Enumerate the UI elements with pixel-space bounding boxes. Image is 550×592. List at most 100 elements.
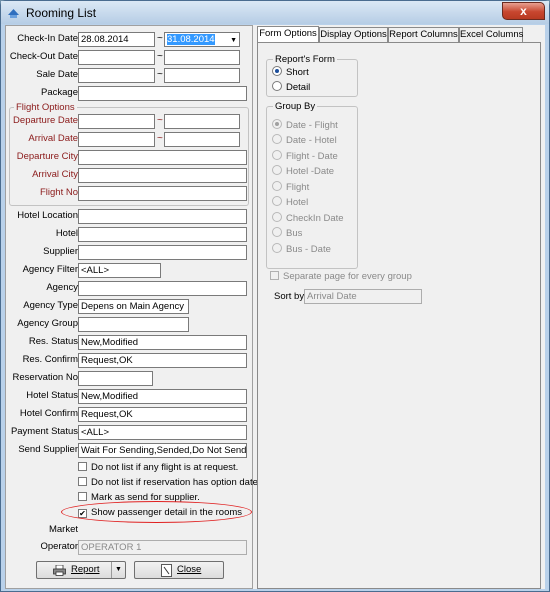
checkout-from-input[interactable] xyxy=(78,50,155,65)
operator-label: Operator xyxy=(40,541,79,552)
departure-city-row: Departure City xyxy=(6,150,254,165)
operator-input[interactable]: OPERATOR 1 xyxy=(78,540,247,555)
flight-options-title: Flight Options xyxy=(14,102,77,113)
group-by-flight-radio[interactable]: Flight xyxy=(272,181,309,193)
radio-button[interactable] xyxy=(272,243,282,253)
no-flight-request-checkbox[interactable]: Do not list if any flight is at request. xyxy=(78,462,238,475)
close-button[interactable]: Close xyxy=(134,561,224,579)
report-dropdown-icon[interactable]: ▼ xyxy=(111,562,125,578)
radio-button[interactable] xyxy=(272,134,282,144)
report-button[interactable]: Report ▼ xyxy=(36,561,126,579)
agency-label: Agency xyxy=(46,282,78,293)
hotel-location-input[interactable] xyxy=(78,209,247,224)
tab-form-options[interactable]: Form Options xyxy=(257,26,319,43)
radio-button[interactable] xyxy=(272,66,282,76)
radio-button[interactable] xyxy=(272,119,282,129)
departure-date-to-input[interactable] xyxy=(164,114,240,129)
group-by-bus-date-radio[interactable]: Bus - Date xyxy=(272,243,331,255)
group-by-bus-radio[interactable]: Bus xyxy=(272,227,302,239)
arrival-city-input[interactable] xyxy=(78,168,247,183)
reservation-no-input[interactable] xyxy=(78,371,153,386)
agency-input[interactable] xyxy=(78,281,247,296)
hotel-input[interactable] xyxy=(78,227,247,242)
sale-from-input[interactable] xyxy=(78,68,155,83)
chevron-down-icon[interactable]: ▼ xyxy=(230,35,237,46)
hotel-confirm-select[interactable]: Request,OK xyxy=(78,407,247,422)
no-option-date-checkbox[interactable]: Do not list if reservation has option da… xyxy=(78,477,261,490)
checkbox-box[interactable] xyxy=(78,477,87,486)
radio-button[interactable] xyxy=(272,227,282,237)
checkin-to-input[interactable]: 31.08.2014 ▼ xyxy=(164,32,240,47)
checkout-to-input[interactable] xyxy=(164,50,240,65)
sale-to-input[interactable] xyxy=(164,68,240,83)
hotel-status-select[interactable]: New,Modified xyxy=(78,389,247,404)
title-bar: Rooming List x xyxy=(1,1,549,24)
checkbox-box[interactable] xyxy=(78,462,87,471)
supplier-input[interactable] xyxy=(78,245,247,260)
report-form-short-radio[interactable]: Short xyxy=(272,66,309,78)
hotel-status-row: Hotel Status New,Modified xyxy=(6,389,254,404)
report-form-detail-radio[interactable]: Detail xyxy=(272,81,310,93)
hotel-location-label: Hotel Location xyxy=(17,210,78,221)
group-by-date-hotel-radio[interactable]: Date - Hotel xyxy=(272,134,337,146)
payment-status-select[interactable]: <ALL> xyxy=(78,425,247,440)
departure-date-row: Departure Date ~ xyxy=(6,114,254,129)
reports-form-title: Report's Form xyxy=(273,54,337,65)
agency-type-select[interactable]: Depens on Main Agency xyxy=(78,299,189,314)
agency-group-select[interactable] xyxy=(78,317,189,332)
departure-date-separator: ~ xyxy=(157,115,163,126)
group-by-checkin-date-radio[interactable]: CheckIn Date xyxy=(272,212,344,224)
group-by-hotel-radio[interactable]: Hotel xyxy=(272,196,308,208)
agency-filter-select[interactable]: <ALL> xyxy=(78,263,161,278)
arrival-date-label: Arrival Date xyxy=(28,133,78,144)
checkbox-label: Separate page for every group xyxy=(283,271,412,282)
radio-button[interactable] xyxy=(272,165,282,175)
window-client: Check-In Date 28.08.2014 ~ 31.08.2014 ▼ … xyxy=(5,25,545,589)
radio-button[interactable] xyxy=(272,196,282,206)
radio-button[interactable] xyxy=(272,150,282,160)
radio-button[interactable] xyxy=(272,181,282,191)
tab-report-columns[interactable]: Report Columns xyxy=(388,27,459,42)
arrival-date-to-input[interactable] xyxy=(164,132,240,147)
departure-date-label: Departure Date xyxy=(13,115,78,126)
radio-label: Bus xyxy=(286,228,303,239)
res-confirm-select[interactable]: Request,OK xyxy=(78,353,247,368)
package-input[interactable] xyxy=(78,86,247,101)
separate-page-checkbox[interactable]: Separate page for every group xyxy=(270,271,412,284)
printer-icon xyxy=(53,565,66,576)
radio-button[interactable] xyxy=(272,212,282,222)
send-supplier-select[interactable]: Wait For Sending,Sended,Do Not Send xyxy=(78,443,247,458)
sale-row: Sale Date ~ xyxy=(6,68,254,83)
flight-no-label: Flight No xyxy=(39,187,78,198)
radio-label: Hotel xyxy=(286,197,309,208)
group-by-flight-date-radio[interactable]: Flight - Date xyxy=(272,150,338,162)
checkbox-box[interactable] xyxy=(78,492,87,501)
checkbox-label: Do not list if any flight is at request. xyxy=(91,462,239,473)
sort-by-select[interactable]: Arrival Date xyxy=(304,289,422,304)
hotel-status-label: Hotel Status xyxy=(26,390,78,401)
tab-display-options[interactable]: Display Options xyxy=(319,27,388,42)
res-confirm-row: Res. Confirm Request,OK xyxy=(6,353,254,368)
checkbox-box[interactable] xyxy=(270,271,279,280)
arrival-date-row: Arrival Date ~ xyxy=(6,132,254,147)
arrival-date-from-input[interactable] xyxy=(78,132,155,147)
close-button-label: Close xyxy=(177,564,202,575)
tab-excel-columns[interactable]: Excel Columns xyxy=(459,27,523,42)
flight-no-input[interactable] xyxy=(78,186,247,201)
agency-type-label: Agency Type xyxy=(23,300,78,311)
reservation-no-label: Reservation No xyxy=(12,372,78,383)
hotel-row: Hotel xyxy=(6,227,254,242)
checkout-separator: ~ xyxy=(157,51,163,62)
checkin-from-input[interactable]: 28.08.2014 xyxy=(78,32,155,47)
departure-date-from-input[interactable] xyxy=(78,114,155,129)
radio-button[interactable] xyxy=(272,81,282,91)
radio-label: Short xyxy=(286,67,309,78)
group-by-hotel-date-radio[interactable]: Hotel -Date xyxy=(272,165,334,177)
window-close-button[interactable]: x xyxy=(502,2,545,20)
group-by-title: Group By xyxy=(273,101,318,112)
group-by-date-flight-radio[interactable]: Date - Flight xyxy=(272,119,338,131)
res-status-select[interactable]: New,Modified xyxy=(78,335,247,350)
departure-city-input[interactable] xyxy=(78,150,247,165)
radio-label: Bus - Date xyxy=(286,244,331,255)
send-supplier-row: Send Supplier Wait For Sending,Sended,Do… xyxy=(6,443,254,458)
